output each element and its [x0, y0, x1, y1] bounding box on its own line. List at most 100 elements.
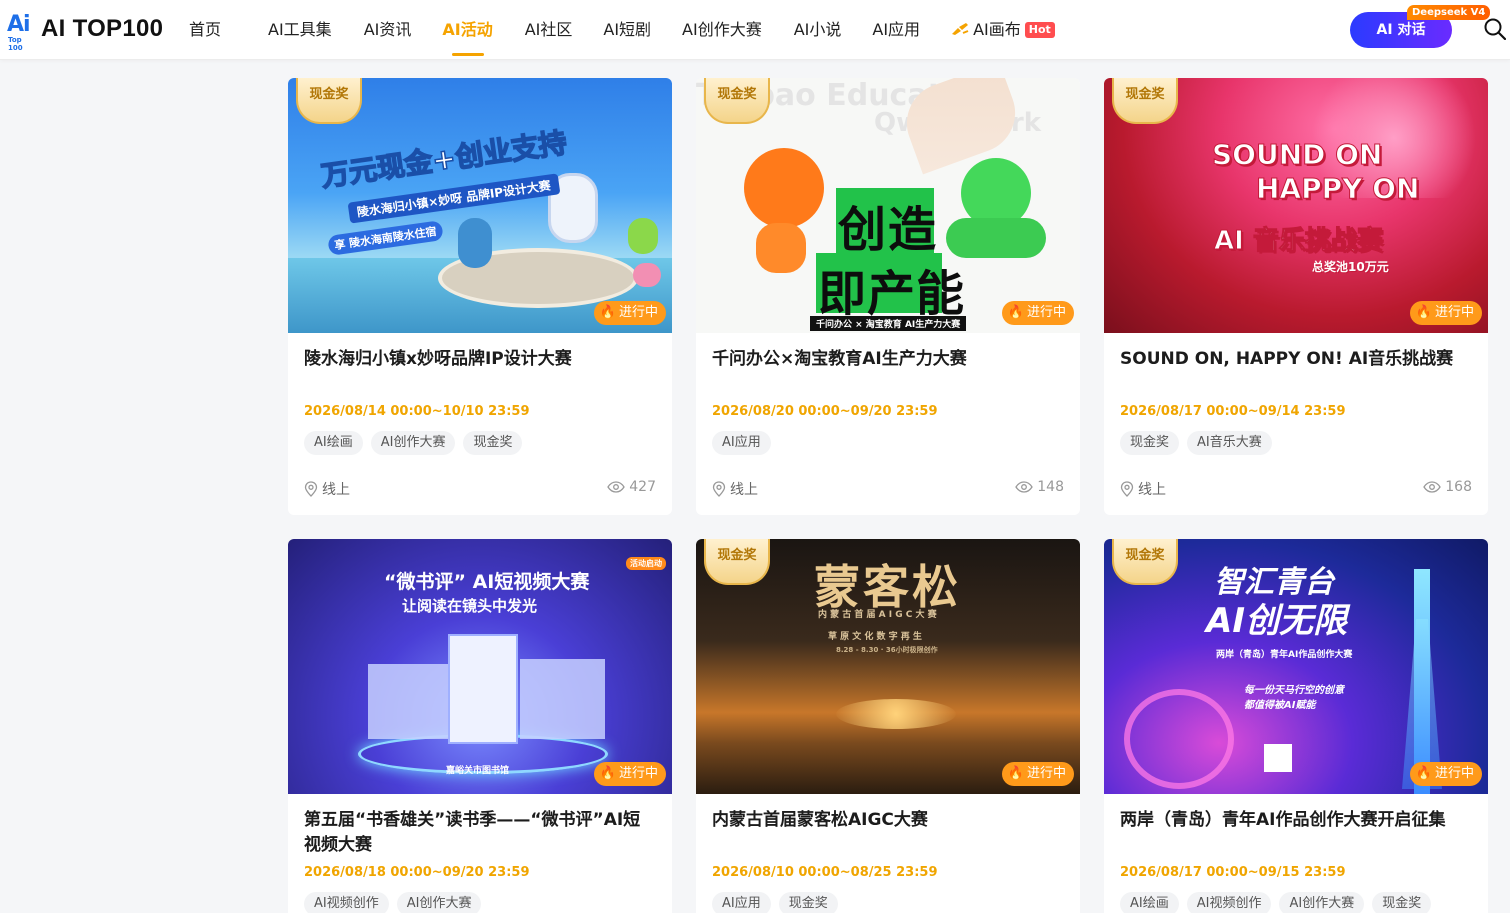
banner-headline: 创造: [838, 202, 939, 258]
nav-item-news[interactable]: AI资讯: [364, 0, 412, 60]
nav-item-short-drama[interactable]: AI短剧: [603, 0, 651, 60]
event-card[interactable]: 蒙客松 内 蒙 古 首 届 A I G C 大 赛 草 原 文 化 数 字 再 …: [696, 539, 1080, 913]
brush-icon: [952, 23, 969, 35]
event-tag[interactable]: AI音乐大赛: [1187, 431, 1272, 455]
location-pin-icon: [1120, 481, 1134, 497]
spiral-tower-shape: [1124, 689, 1234, 789]
status-text: 进行中: [618, 766, 658, 781]
nav-item-contest[interactable]: AI创作大赛: [682, 0, 762, 60]
event-title[interactable]: SOUND ON, HAPPY ON! AI音乐挑战赛: [1120, 347, 1472, 372]
logo-text: AI TOP100: [41, 15, 164, 42]
flame-icon: 🔥: [1007, 305, 1024, 320]
orange-mascot-shape: [744, 148, 824, 228]
event-title[interactable]: 两岸（青岛）青年AI作品创作大赛开启征集: [1120, 808, 1472, 833]
main-nav: 首页 AI工具集 AI资讯 AI活动 AI社区 AI短剧 AI创作大赛 AI小说…: [189, 0, 1055, 60]
flame-icon: 🔥: [1415, 766, 1432, 781]
event-location: 线上: [1120, 479, 1166, 499]
event-views-count: 168: [1445, 479, 1472, 495]
event-tags: AI绘画 AI创作大赛 现金奖: [304, 431, 523, 455]
book-shape: [448, 634, 518, 744]
alien-shape: [628, 218, 658, 254]
event-tag[interactable]: AI应用: [712, 431, 771, 455]
pink-creature-shape: [633, 263, 661, 287]
event-card[interactable]: Taobao Education Qwen Work 创造 即产能 千问办公 ×…: [696, 78, 1080, 515]
banner-caption: 千问办公 × 淘宝教育 AI生产力大赛: [810, 316, 967, 331]
location-pin-icon: [712, 481, 726, 497]
event-banner[interactable]: 蒙客松 内 蒙 古 首 届 A I G C 大 赛 草 原 文 化 数 字 再 …: [696, 539, 1080, 794]
event-banner[interactable]: 智汇青台 AI创无限 两岸（青岛）青年AI作品创作大赛 每一份天马行空的创意 都…: [1104, 539, 1488, 794]
logo-mark: Ai Top 100: [6, 12, 34, 52]
status-badge: 🔥 进行中: [1409, 301, 1482, 325]
status-text: 进行中: [618, 305, 658, 320]
event-banner[interactable]: “微书评” AI短视频大赛 让阅读在镜头中发光 嘉峪关市图书馆 活动启动 🔥 进行…: [288, 539, 672, 794]
event-tag[interactable]: 现金奖: [463, 431, 523, 455]
event-banner[interactable]: Taobao Education Qwen Work 创造 即产能 千问办公 ×…: [696, 78, 1080, 333]
event-tag[interactable]: AI绘画: [1120, 892, 1179, 913]
cash-prize-ribbon: 现金奖: [704, 539, 770, 585]
banner-slogan: 每一份天马行空的创意 都值得被AI赋能: [1244, 685, 1344, 711]
event-date: 2026/08/17 00:00~09/14 23:59: [1120, 404, 1346, 419]
status-text: 进行中: [1026, 766, 1066, 781]
top-header: Ai Top 100 AI TOP100 首页 AI工具集 AI资讯 AI活动 …: [0, 0, 1510, 60]
site-logo[interactable]: Ai Top 100 AI TOP100: [6, 12, 164, 52]
event-title[interactable]: 陵水海归小镇x妙呀品牌IP设计大赛: [304, 347, 656, 372]
green-octopus-tentacles: [946, 218, 1046, 258]
status-text: 进行中: [1434, 766, 1474, 781]
banner-prize-note: 总奖池10万元: [1312, 260, 1389, 274]
eye-icon: [1015, 481, 1034, 493]
orange-mascot-body: [756, 223, 806, 273]
event-tags: AI视频创作 AI创作大赛: [304, 892, 482, 913]
event-tag[interactable]: 现金奖: [1372, 892, 1432, 913]
banner-headline: “微书评” AI短视频大赛: [384, 571, 590, 593]
status-text: 进行中: [1434, 305, 1474, 320]
event-card[interactable]: 万元现金+创业支持 陵水海归小镇×妙呀 品牌IP设计大赛 享 陵水海南陵水住宿 …: [288, 78, 672, 515]
flame-icon: 🔥: [599, 766, 616, 781]
nav-item-apps[interactable]: AI应用: [872, 0, 920, 60]
status-badge: 🔥 进行中: [1001, 301, 1074, 325]
nav-item-novel[interactable]: AI小说: [794, 0, 842, 60]
event-card[interactable]: 智汇青台 AI创无限 两岸（青岛）青年AI作品创作大赛 每一份天马行空的创意 都…: [1104, 539, 1488, 913]
banner-corner-badge: 活动启动: [626, 557, 666, 570]
banner-headline-2: 即产能: [818, 266, 966, 322]
event-tag[interactable]: AI绘画: [304, 431, 363, 455]
banner-organizer: 嘉峪关市图书馆: [446, 766, 510, 776]
event-banner[interactable]: SOUND ON HAPPY ON AI 音乐挑战赛 总奖池10万元 现金奖 🔥…: [1104, 78, 1488, 333]
nav-item-events[interactable]: AI活动: [442, 0, 492, 60]
event-banner[interactable]: 万元现金+创业支持 陵水海归小镇×妙呀 品牌IP设计大赛 享 陵水海南陵水住宿 …: [288, 78, 672, 333]
search-icon[interactable]: [1484, 18, 1506, 40]
nav-item-tools[interactable]: AI工具集: [268, 0, 332, 60]
event-views-count: 148: [1037, 479, 1064, 495]
event-card[interactable]: “微书评” AI短视频大赛 让阅读在镜头中发光 嘉峪关市图书馆 活动启动 🔥 进行…: [288, 539, 672, 913]
event-tags: 现金奖 AI音乐大赛: [1120, 431, 1272, 455]
nav-item-home[interactable]: 首页: [189, 0, 221, 60]
event-card[interactable]: SOUND ON HAPPY ON AI 音乐挑战赛 总奖池10万元 现金奖 🔥…: [1104, 78, 1488, 515]
event-title[interactable]: 第五届“书香雄关”读书季——“微书评”AI短视频大赛: [304, 808, 656, 858]
event-tag[interactable]: AI创作大赛: [1279, 892, 1365, 913]
event-title[interactable]: 内蒙古首届蒙客松AIGC大赛: [712, 808, 1064, 833]
event-location-text: 线上: [322, 482, 350, 498]
eye-icon: [1423, 481, 1442, 493]
event-tag[interactable]: AI视频创作: [1186, 892, 1272, 913]
event-views-count: 427: [629, 479, 656, 495]
cash-prize-ribbon: 现金奖: [704, 78, 770, 124]
cash-prize-ribbon: 现金奖: [296, 78, 362, 124]
event-tag[interactable]: 现金奖: [778, 892, 838, 913]
event-views: 427: [607, 479, 656, 495]
location-pin-icon: [304, 481, 318, 497]
qr-code-shape: [1264, 744, 1292, 772]
banner-subtitle: 让阅读在镜头中发光: [402, 597, 538, 615]
nav-item-canvas[interactable]: AI画布 Hot: [951, 0, 1055, 60]
nav-item-community[interactable]: AI社区: [525, 0, 573, 60]
event-tag[interactable]: AI应用: [712, 892, 771, 913]
flame-icon: 🔥: [599, 305, 616, 320]
event-tag[interactable]: AI创作大赛: [396, 892, 482, 913]
hot-badge: Hot: [1024, 22, 1055, 38]
banner-headline-2: HAPPY ON: [1255, 172, 1420, 206]
event-title[interactable]: 千问办公×淘宝教育AI生产力大赛: [712, 347, 1064, 372]
event-tag[interactable]: 现金奖: [1120, 431, 1180, 455]
event-tag[interactable]: AI视频创作: [304, 892, 389, 913]
status-badge: 🔥 进行中: [1001, 762, 1074, 786]
shelf-shape: [368, 664, 448, 739]
event-date: 2026/08/10 00:00~08/25 23:59: [712, 865, 938, 880]
event-tag[interactable]: AI创作大赛: [370, 431, 456, 455]
